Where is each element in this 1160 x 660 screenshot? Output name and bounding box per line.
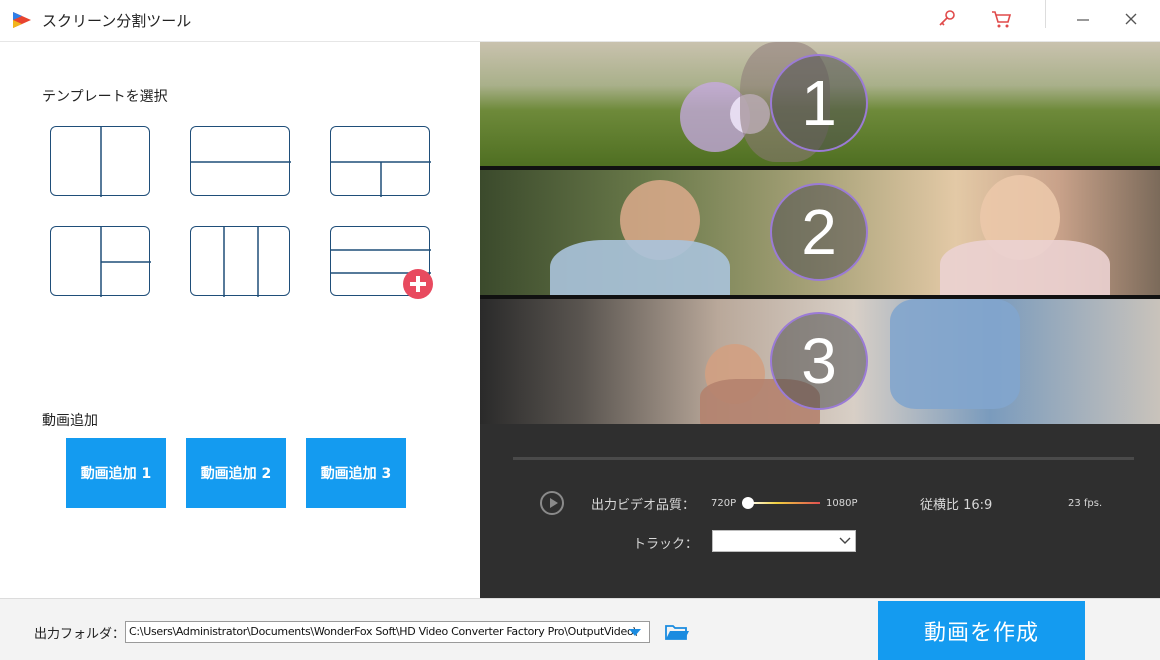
cart-icon[interactable]: [990, 8, 1012, 30]
add-video-3-button[interactable]: 動画追加 3: [306, 438, 406, 508]
title-bar: スクリーン分割ツール: [0, 0, 1160, 42]
preview-segment-1[interactable]: 1: [480, 42, 1160, 166]
output-folder-label: 出力フォルダ：: [34, 627, 126, 642]
template-3-vertical[interactable]: [190, 226, 290, 297]
segment-number-2: 2: [770, 183, 868, 281]
create-video-button[interactable]: 動画を作成: [878, 601, 1085, 660]
fps-label: 23 fps.: [1068, 498, 1103, 509]
segment-number-1: 1: [770, 54, 868, 152]
add-video-2-button[interactable]: 動画追加 2: [186, 438, 286, 508]
woman-shirt-shape: [550, 240, 730, 295]
titlebar-separator: [1045, 0, 1046, 28]
folder-icon[interactable]: [664, 621, 690, 643]
quality-label: 出力ビデオ品質：: [591, 498, 696, 513]
minimize-icon[interactable]: [1072, 8, 1094, 30]
man-shirt-shape: [890, 299, 1020, 409]
template-2-vertical[interactable]: [50, 126, 150, 197]
add-video-heading: 動画追加: [42, 413, 98, 429]
template-2-horizontal-shape: [191, 161, 291, 163]
add-video-1-button[interactable]: 動画追加 1: [66, 438, 166, 508]
preview-segment-2[interactable]: 2: [480, 170, 1160, 295]
template-heading: テンプレートを選択: [42, 89, 168, 105]
key-icon[interactable]: [936, 8, 958, 30]
aspect-ratio-label: 従横比 16:9: [920, 498, 993, 513]
preview-segment-3[interactable]: 3: [480, 299, 1160, 424]
template-2-horizontal[interactable]: [190, 126, 291, 196]
quality-slider-track[interactable]: [748, 502, 820, 504]
quality-slider-knob[interactable]: [742, 497, 754, 509]
bottom-bar: 出力フォルダ： C:\Users\Administrator\Documents…: [0, 598, 1160, 660]
quality-max-label: 1080P: [826, 498, 858, 509]
add-template-icon[interactable]: [402, 268, 434, 300]
app-logo-icon: [13, 12, 31, 28]
segment-number-3: 3: [770, 312, 868, 410]
preview-panel: 1 2 3 出力ビデオ品質： 720P 1080P 従横比 16:9 23 fp…: [480, 42, 1160, 598]
track-select[interactable]: [712, 530, 856, 552]
template-top-bottom-split-shape: [331, 161, 431, 197]
app-title: スクリーン分割ツール: [42, 12, 192, 30]
close-icon[interactable]: [1120, 8, 1142, 30]
template-3-vertical-shape: [223, 227, 259, 297]
left-panel: テンプレートを選択 動画追加 動画追加 1 動画追加 2 動画追加 3: [0, 42, 480, 598]
chevron-down-icon: [839, 537, 851, 544]
play-icon[interactable]: [540, 491, 564, 515]
template-left-right-split-shape: [100, 227, 151, 297]
track-label: トラック：: [633, 537, 699, 552]
timeline-bar[interactable]: [513, 457, 1134, 460]
template-2-vertical-shape: [100, 127, 102, 197]
template-left-right-split[interactable]: [50, 226, 151, 297]
output-path-dropdown-icon[interactable]: [626, 625, 644, 639]
template-top-bottom-split[interactable]: [330, 126, 431, 197]
girl-shirt-shape: [940, 240, 1110, 295]
quality-min-label: 720P: [711, 498, 737, 509]
output-path-input[interactable]: C:\Users\Administrator\Documents\WonderF…: [125, 621, 650, 643]
